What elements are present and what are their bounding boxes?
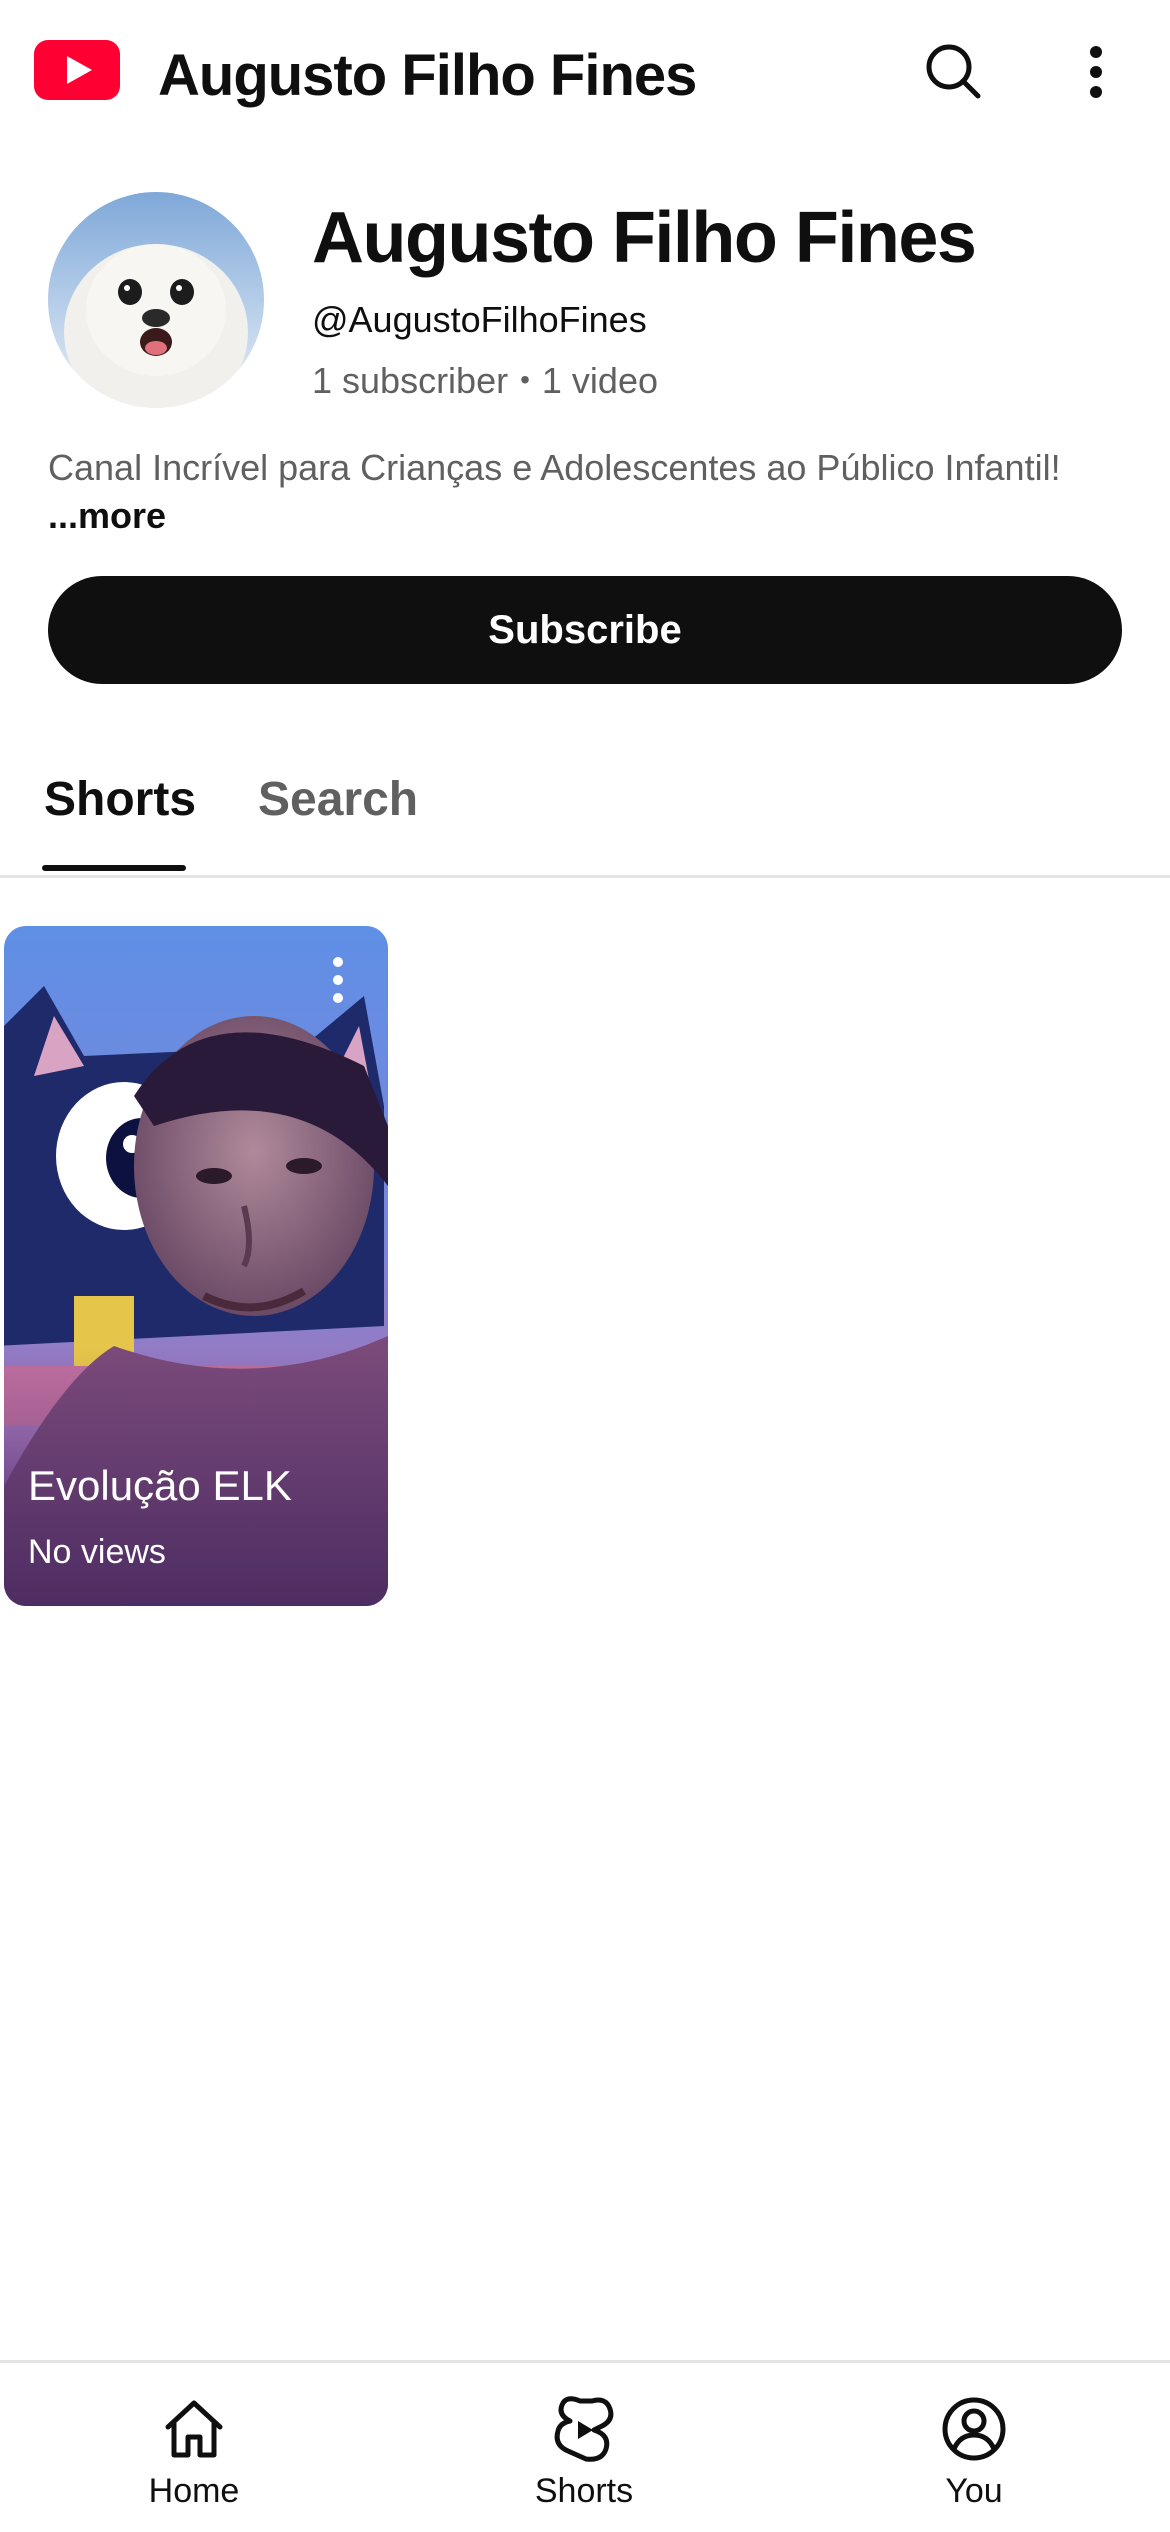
nav-item-home[interactable]: Home <box>84 2393 304 2523</box>
tab-search[interactable]: Search <box>258 768 418 832</box>
nav-item-you[interactable]: You <box>864 2393 1084 2523</box>
selected-tab-indicator <box>42 865 186 871</box>
shorts-icon <box>554 2396 614 2462</box>
description-more-link[interactable]: ...more <box>48 492 166 540</box>
nav-label-shorts: Shorts <box>534 2472 634 2510</box>
channel-name: Augusto Filho Fines <box>312 198 977 278</box>
channel-page: Augusto Filho Fines Augusto Filho Fines … <box>0 0 1170 2532</box>
top-app-bar: Augusto Filho Fines <box>0 0 1170 150</box>
nav-label-home: Home <box>148 2472 240 2510</box>
tab-shorts[interactable]: Shorts <box>44 768 196 832</box>
channel-description[interactable]: Canal Incrível para Crianças e Adolescen… <box>48 444 1128 492</box>
account-circle-icon <box>942 2397 1006 2461</box>
short-card[interactable]: Evolução ELK No views <box>4 926 388 1606</box>
app-bar-title: Augusto Filho Fines <box>158 43 697 108</box>
subscriber-count: 1 subscriber <box>312 360 509 401</box>
short-more-icon[interactable] <box>318 950 358 1010</box>
short-view-count: No views <box>28 1533 166 1571</box>
channel-avatar[interactable] <box>48 192 264 408</box>
subscribe-button[interactable]: Subscribe <box>48 576 1122 684</box>
short-title: Evolução ELK <box>28 1462 292 1509</box>
channel-handle: @AugustoFilhoFines <box>312 299 647 340</box>
home-icon <box>165 2400 223 2458</box>
channel-tabs: Shorts Search <box>0 720 1170 878</box>
video-count: 1 video <box>541 360 658 401</box>
nav-item-shorts[interactable]: Shorts <box>474 2393 694 2523</box>
nav-label-you: You <box>945 2472 1003 2510</box>
search-icon[interactable] <box>918 36 990 108</box>
youtube-logo-icon[interactable] <box>34 40 120 100</box>
more-vertical-icon[interactable] <box>1066 36 1126 108</box>
channel-stats: 1 subscriber • 1 video <box>312 356 658 405</box>
bottom-navigation: Home Shorts You <box>0 2360 1170 2532</box>
separator-dot: • <box>520 364 530 395</box>
